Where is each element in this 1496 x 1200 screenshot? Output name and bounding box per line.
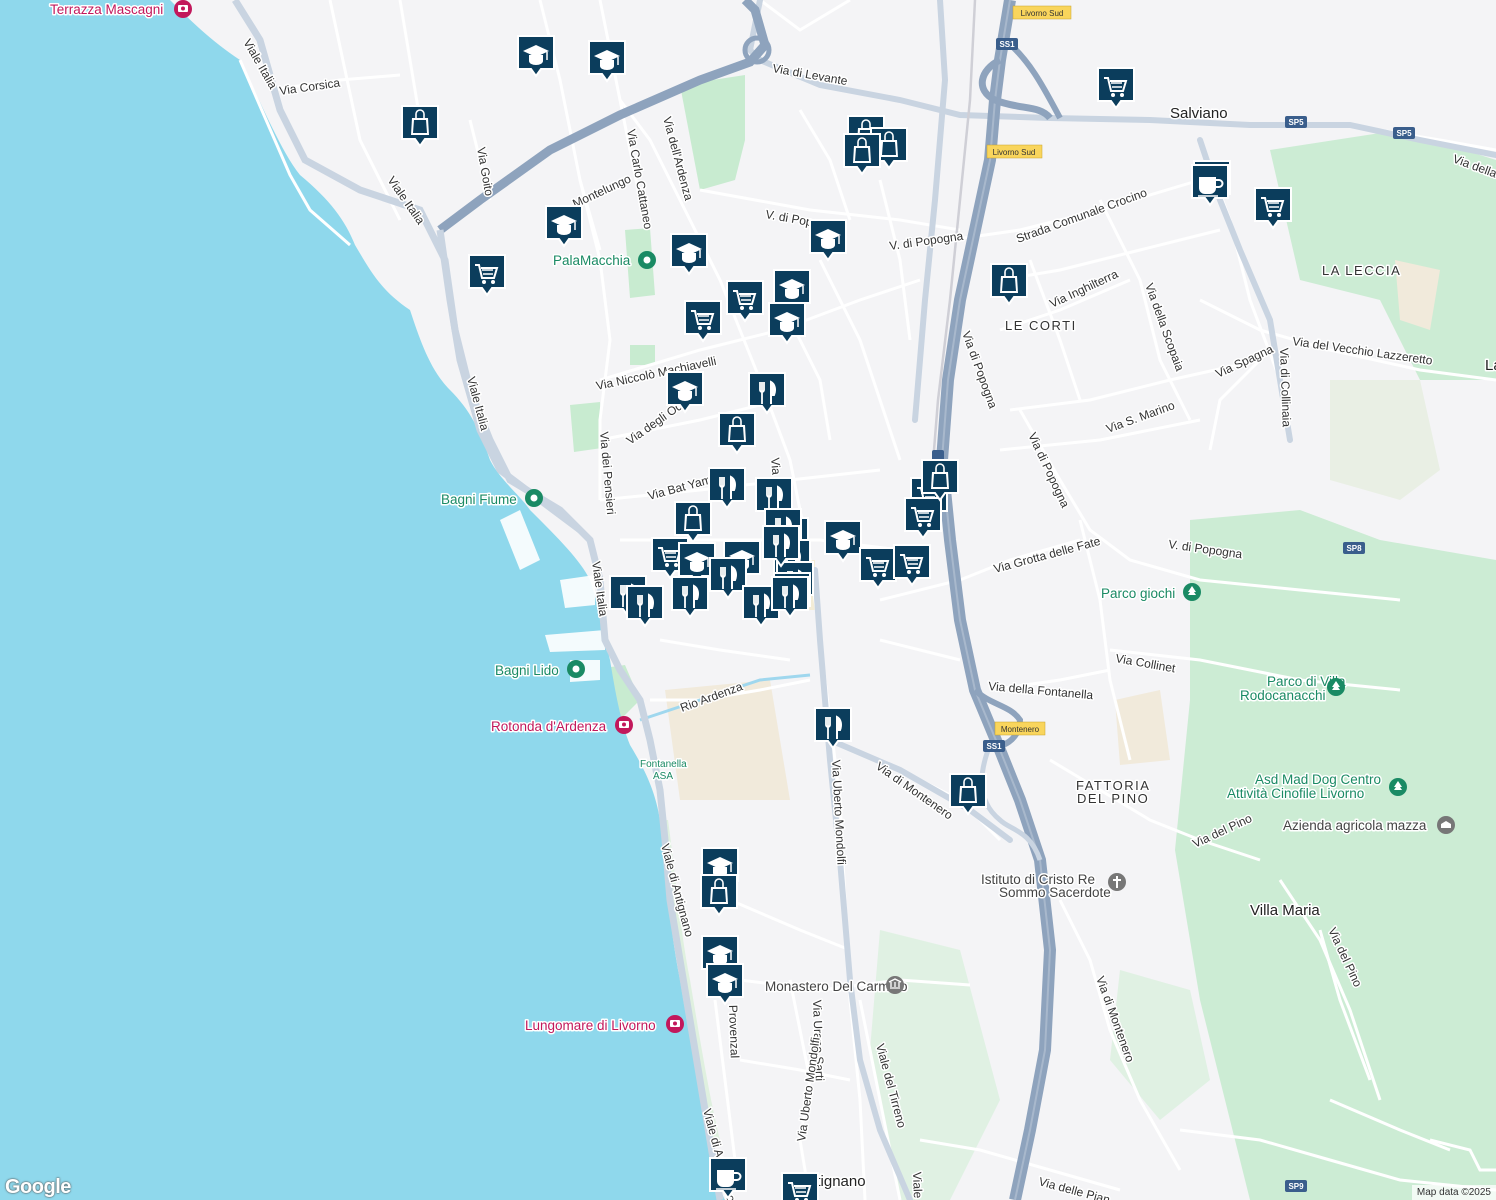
marker-food[interactable] xyxy=(626,585,664,627)
park-area xyxy=(1330,380,1440,500)
svg-text:Lungomare di Livorno: Lungomare di Livorno xyxy=(525,1018,656,1033)
shield-sp8: SP8 xyxy=(1343,542,1365,554)
svg-text:SP5: SP5 xyxy=(1396,129,1412,138)
svg-text:PalaMacchia: PalaMacchia xyxy=(553,253,631,268)
marker-food[interactable] xyxy=(771,576,809,618)
map-attribution[interactable]: Map data ©2025 xyxy=(1411,1185,1496,1200)
svg-text:Rodocanacchi: Rodocanacchi xyxy=(1240,688,1326,703)
marker-shop[interactable] xyxy=(843,133,881,175)
marker-shop[interactable] xyxy=(674,501,712,543)
svg-text:SS1: SS1 xyxy=(999,40,1015,49)
marker-school[interactable] xyxy=(809,219,847,261)
street-label: Via di Collinaia xyxy=(1277,348,1294,428)
google-logo: Google xyxy=(5,1176,71,1198)
svg-text:Rotonda d'Ardenza: Rotonda d'Ardenza xyxy=(491,719,607,734)
area-label-villa-maria: Villa Maria xyxy=(1250,902,1320,919)
marker-shop[interactable] xyxy=(921,459,959,501)
marker-food[interactable] xyxy=(709,557,747,599)
svg-text:Parco giochi: Parco giochi xyxy=(1101,586,1175,601)
poi-bagni-lido[interactable]: Bagni Lido xyxy=(494,660,585,680)
marker-shop[interactable] xyxy=(718,412,756,454)
poi-parco-giochi[interactable]: Parco giochi xyxy=(1100,583,1201,603)
marker-cart[interactable] xyxy=(904,497,942,539)
svg-text:Bagni Lido: Bagni Lido xyxy=(495,663,559,678)
marker-cart[interactable] xyxy=(684,300,722,342)
marker-shop[interactable] xyxy=(949,773,987,815)
svg-text:Terrazza Mascagni: Terrazza Mascagni xyxy=(50,2,163,17)
marker-food[interactable] xyxy=(762,525,800,567)
shield-sp5-east: SP5 xyxy=(1393,127,1415,139)
marker-cart[interactable] xyxy=(893,544,931,586)
marker-cart[interactable] xyxy=(726,280,764,322)
map-canvas[interactable]: Livorno Sud SS1 Livorno Sud SP5 SP5 SP8 … xyxy=(0,0,1496,1200)
svg-text:Bagni Fiume: Bagni Fiume xyxy=(441,492,517,507)
area-label-la: La xyxy=(1485,357,1496,374)
poi-monastero-del-carmelo[interactable]: Monastero Del Carmelo xyxy=(764,976,909,996)
area-label-salviano: Salviano xyxy=(1170,105,1228,122)
svg-text:Sommo Sacerdote: Sommo Sacerdote xyxy=(999,885,1111,900)
marker-cart[interactable] xyxy=(468,254,506,296)
exit-sign-livorno-sud: Livorno Sud xyxy=(986,144,1043,159)
marker-cart[interactable] xyxy=(781,1172,819,1200)
svg-text:Asd Mad Dog Centro: Asd Mad Dog Centro xyxy=(1255,772,1381,787)
svg-text:SP9: SP9 xyxy=(1288,1182,1304,1191)
area-label-del-pino: DEL PINO xyxy=(1077,791,1149,806)
exit-sign-montenero: Montenero xyxy=(994,721,1046,736)
marker-cart[interactable] xyxy=(1097,67,1135,109)
marker-school[interactable] xyxy=(706,963,744,1005)
shield-ss1-south: SS1 xyxy=(983,740,1005,752)
park-area xyxy=(570,402,602,452)
park-area xyxy=(630,345,655,365)
shield-ss1-north: SS1 xyxy=(996,38,1018,50)
marker-food[interactable] xyxy=(708,467,746,509)
poi-asa: ASA xyxy=(653,771,673,782)
area-label-le-corti: LE CORTI xyxy=(1005,318,1077,333)
marker-food[interactable] xyxy=(748,372,786,414)
svg-text:Azienda agricola mazza: Azienda agricola mazza xyxy=(1283,818,1427,833)
svg-text:SS1: SS1 xyxy=(986,742,1002,751)
marker-school[interactable] xyxy=(768,302,806,344)
marker-school[interactable] xyxy=(670,233,708,275)
marker-food[interactable] xyxy=(671,576,709,618)
pier xyxy=(560,575,595,608)
marker-school[interactable] xyxy=(545,205,583,247)
svg-text:Attività Cinofile Livorno: Attività Cinofile Livorno xyxy=(1227,786,1364,801)
marker-cafe[interactable] xyxy=(709,1157,747,1199)
marker-school[interactable] xyxy=(666,371,704,413)
poi-bagni-fiume[interactable]: Bagni Fiume xyxy=(440,489,543,509)
shield-sp5-west: SP5 xyxy=(1285,116,1307,128)
street-label: Provenzal xyxy=(726,1005,742,1059)
marker-shop[interactable] xyxy=(990,263,1028,305)
area-label-la-leccia: LA LECCIA xyxy=(1322,263,1401,278)
marker-cafe[interactable] xyxy=(1191,164,1229,206)
svg-text:Montenero: Montenero xyxy=(1001,725,1040,734)
marker-shop[interactable] xyxy=(700,874,738,916)
svg-text:Livorno Sud: Livorno Sud xyxy=(1021,9,1064,18)
marker-food[interactable] xyxy=(814,707,852,749)
marker-school[interactable] xyxy=(588,40,626,82)
poi-fontanella: Fontanella xyxy=(640,759,687,770)
marker-school[interactable] xyxy=(824,520,862,562)
exit-sign-livorno-sud-north: Livorno Sud xyxy=(1012,5,1072,20)
svg-text:SP8: SP8 xyxy=(1346,544,1362,553)
marker-cart[interactable] xyxy=(1254,187,1292,229)
street-label: Viale xyxy=(910,1172,925,1199)
marker-shop[interactable] xyxy=(401,105,439,147)
svg-text:Livorno Sud: Livorno Sud xyxy=(993,148,1036,157)
marker-cart[interactable] xyxy=(859,547,897,589)
shield-sp9: SP9 xyxy=(1285,1180,1307,1192)
marker-school[interactable] xyxy=(517,35,555,77)
svg-text:SP5: SP5 xyxy=(1288,118,1304,127)
